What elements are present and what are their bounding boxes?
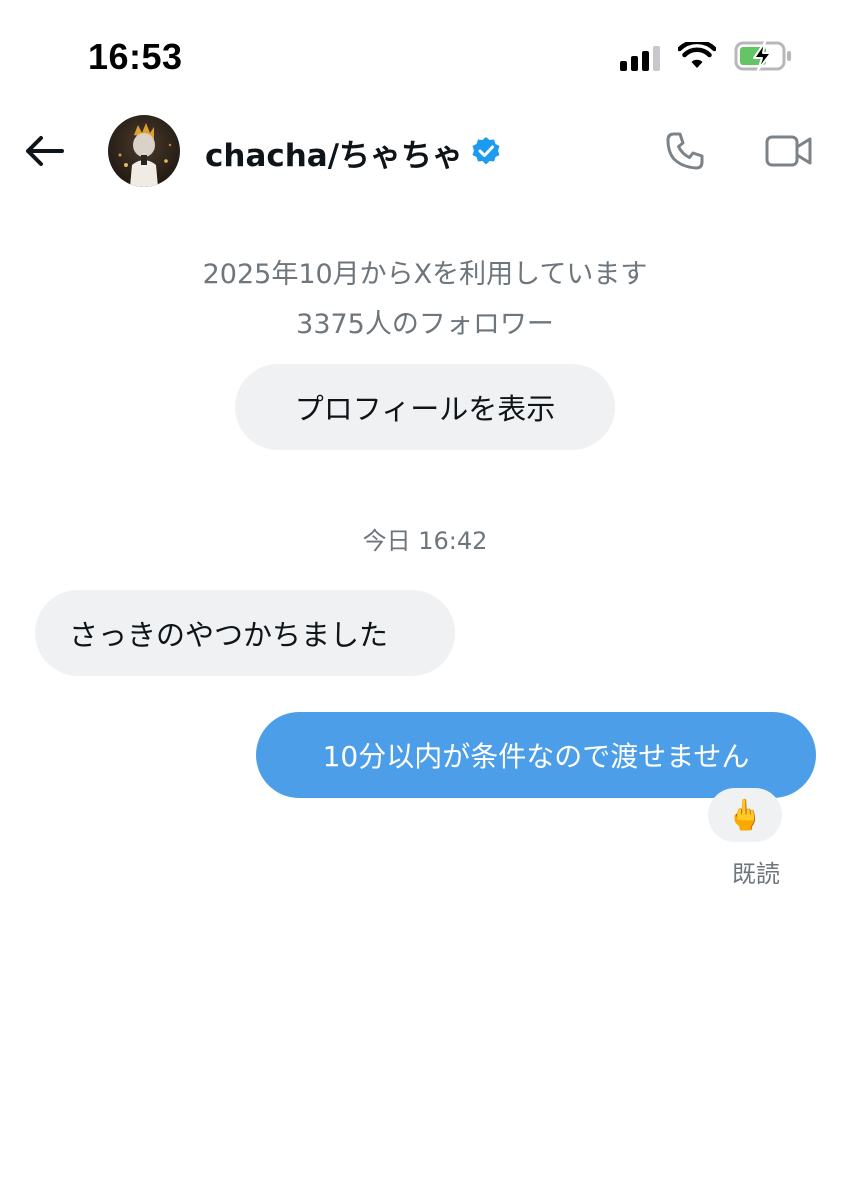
phone-icon — [666, 132, 704, 170]
back-button[interactable] — [20, 128, 68, 174]
received-message-bubble[interactable]: さっきのやつかちました — [35, 590, 455, 676]
middle-finger-emoji-icon: 🖕 — [726, 797, 764, 833]
video-camera-icon — [765, 135, 812, 167]
status-bar: 16:53 — [0, 0, 850, 100]
conversation-header: chacha/ちゃちゃ — [0, 108, 850, 194]
message-timestamp: 今日 16:42 — [362, 527, 488, 555]
profile-follower-count: 3375人のフォロワー — [296, 309, 554, 340]
battery-charging-icon — [734, 40, 794, 76]
arrow-left-icon — [26, 136, 64, 166]
header-name: chacha/ちゃちゃ — [205, 138, 464, 174]
avatar[interactable] — [108, 115, 180, 187]
status-time: 16:53 — [88, 36, 183, 77]
read-receipt: 既読 — [732, 860, 780, 888]
message-reaction[interactable]: 🖕 — [708, 788, 782, 842]
sent-message-bubble[interactable]: 10分以内が条件なので渡せません — [256, 712, 816, 798]
status-icons — [620, 39, 794, 76]
verified-badge-icon — [471, 136, 501, 170]
view-profile-button[interactable]: プロフィールを表示 — [235, 364, 615, 450]
profile-joined-date: 2025年10月からXを利用しています — [202, 259, 648, 290]
video-call-button[interactable] — [762, 126, 816, 176]
cellular-signal-icon — [620, 45, 660, 71]
header-name-link[interactable]: chacha/ちゃちゃ — [205, 130, 501, 175]
wifi-icon — [677, 39, 717, 74]
call-button[interactable] — [660, 126, 710, 176]
